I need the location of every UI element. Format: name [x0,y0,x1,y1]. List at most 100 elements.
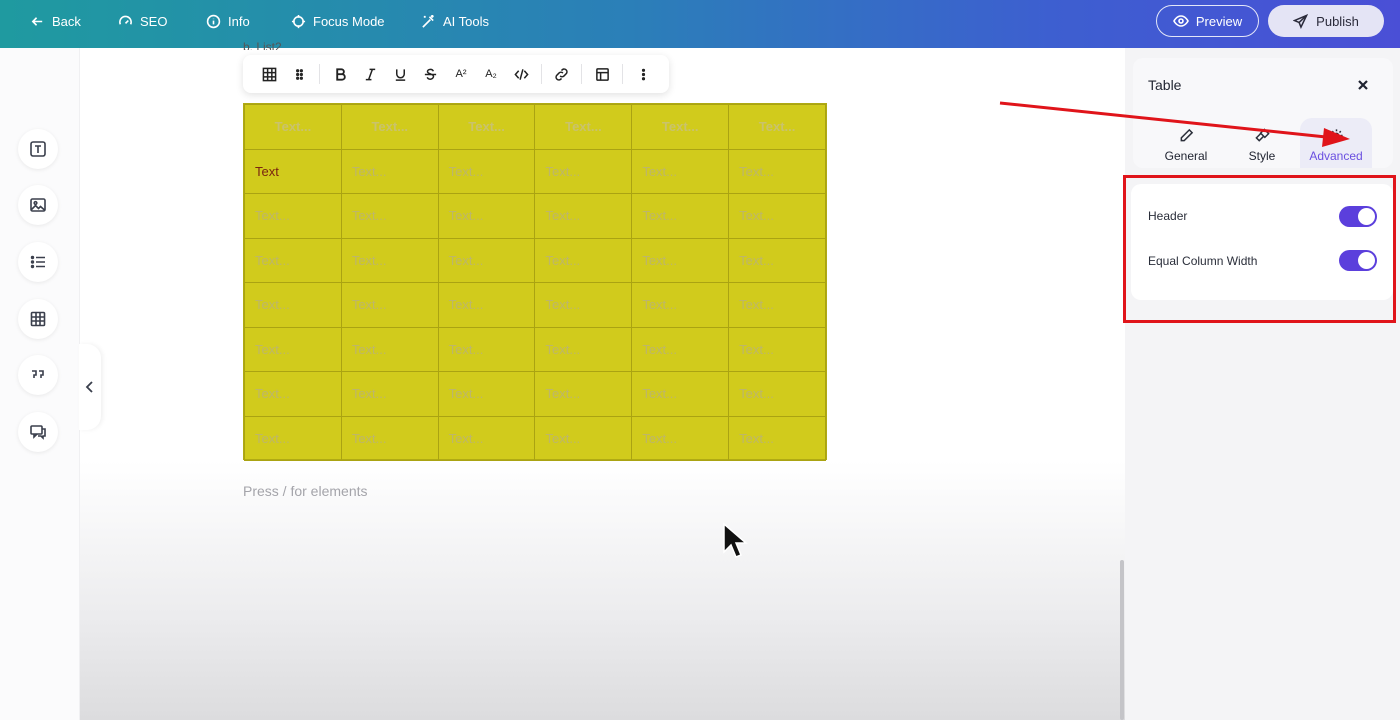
ai-tools-button[interactable]: AI Tools [421,14,489,29]
table-icon [30,311,46,327]
panel-title: Table [1148,77,1182,93]
canvas-scrollbar[interactable] [1120,560,1124,720]
table-cell[interactable]: Text... [244,282,342,328]
table-layout-button[interactable] [592,64,612,84]
table-cell[interactable]: Text... [437,237,536,283]
list-item-text[interactable]: b. List2 [243,40,282,50]
tab-general[interactable]: General [1150,118,1222,168]
canvas-background [80,460,1125,720]
table-cell[interactable]: Text... [534,193,633,239]
table-cell[interactable]: Text... [728,237,826,283]
table-cell[interactable]: Text... [437,282,536,328]
code-icon [513,68,529,80]
table-cell[interactable]: Text [244,148,342,194]
gauge-icon [119,15,132,25]
table-row: Text... Text... Text... Text... Text... Text.… [244,415,826,461]
table-header-cell[interactable]: Text... [340,104,439,150]
table-cell[interactable]: Text... [244,371,342,417]
table-cell[interactable]: Text... [437,415,536,461]
info-button[interactable]: Info [206,14,250,29]
table-grid-icon [262,67,276,81]
table-cell[interactable]: Text... [340,282,439,328]
table-cell[interactable]: Text... [340,237,439,283]
table-cell[interactable]: Text... [631,282,730,328]
more-options-button[interactable] [633,64,653,84]
preview-button[interactable]: Preview [1156,5,1259,37]
table-header-cell[interactable]: Text... [534,104,633,150]
link-button[interactable] [551,64,571,84]
table-cell[interactable]: Text... [631,326,730,372]
preview-label: Preview [1195,13,1243,29]
italic-button[interactable] [360,64,380,84]
table-header-cell[interactable]: Text... [244,104,342,150]
table-cell[interactable]: Text... [728,282,826,328]
toolbar-divider [319,64,320,84]
publish-button[interactable]: Publish [1268,5,1384,37]
focus-mode-button[interactable]: Focus Mode [291,14,385,29]
code-button[interactable] [511,64,531,84]
table-cell[interactable]: Text... [340,193,439,239]
table-header-cell[interactable]: Text... [437,104,536,150]
table-toolbar: A² A₂ [243,55,669,93]
tab-style[interactable]: Style [1226,118,1298,168]
table-cell[interactable]: Text... [728,326,826,372]
table-cell[interactable]: Text... [437,148,536,194]
text-block-button[interactable] [18,129,58,169]
table-cell[interactable]: Text... [728,148,826,194]
close-panel-button[interactable] [1355,77,1371,93]
table-cell[interactable]: Text... [340,148,439,194]
list-block-button[interactable] [18,242,58,282]
table-cell[interactable]: Text... [728,193,826,239]
chat-block-button[interactable] [18,412,58,452]
table-cell[interactable]: Text... [534,326,633,372]
chevron-left-icon [85,381,93,393]
underline-button[interactable] [390,64,410,84]
table-cell[interactable]: Text... [244,237,342,283]
table-cell[interactable]: Text... [631,148,730,194]
table-options-button[interactable] [259,64,279,84]
table-cell[interactable]: Text... [534,371,633,417]
tab-advanced[interactable]: Advanced [1300,118,1372,168]
table-cell[interactable]: Text... [437,326,536,372]
subscript-button[interactable]: A₂ [481,64,501,84]
close-icon [1358,80,1368,90]
table-cell[interactable]: Text... [340,371,439,417]
table-cell[interactable]: Text... [534,237,633,283]
table-cell[interactable]: Text... [534,415,633,461]
table-block-button[interactable] [18,299,58,339]
seo-button[interactable]: SEO [118,14,167,29]
strikethrough-button[interactable] [420,64,440,84]
table-cell[interactable]: Text... [631,371,730,417]
image-block-button[interactable] [18,185,58,225]
empty-block-placeholder[interactable]: Press / for elements [243,483,368,499]
bold-button[interactable] [330,64,350,84]
table-cell[interactable]: Text... [340,326,439,372]
table-cell[interactable]: Text... [631,415,730,461]
superscript-button[interactable]: A² [451,64,471,84]
table-cell[interactable]: Text... [340,415,439,461]
table-cell[interactable]: Text... [534,282,633,328]
table-cell[interactable]: Text... [728,415,826,461]
table-row: Text... Text... Text... Text... Text... Text.… [244,193,826,239]
link-icon [554,67,568,81]
table-cell[interactable]: Text... [631,237,730,283]
table-header-cell[interactable]: Text... [631,104,730,150]
table-cell[interactable]: Text... [244,193,342,239]
toolbar-divider [622,64,623,84]
drag-handle[interactable] [289,64,309,84]
back-button[interactable]: Back [30,14,81,29]
table-cell[interactable]: Text... [534,148,633,194]
table-cell[interactable]: Text... [631,193,730,239]
table-cell[interactable]: Text... [244,415,342,461]
table-cell[interactable]: Text... [244,326,342,372]
mouse-cursor-icon [723,522,748,558]
vertical-dots-icon [641,68,645,80]
crosshair-icon [291,14,306,29]
collapse-sidebar-button[interactable] [79,344,101,430]
table-cell[interactable]: Text... [728,371,826,417]
italic-icon [365,68,375,80]
table-cell[interactable]: Text... [437,193,536,239]
table-cell[interactable]: Text... [437,371,536,417]
table-header-cell[interactable]: Text... [728,104,826,150]
quote-block-button[interactable] [18,355,58,395]
